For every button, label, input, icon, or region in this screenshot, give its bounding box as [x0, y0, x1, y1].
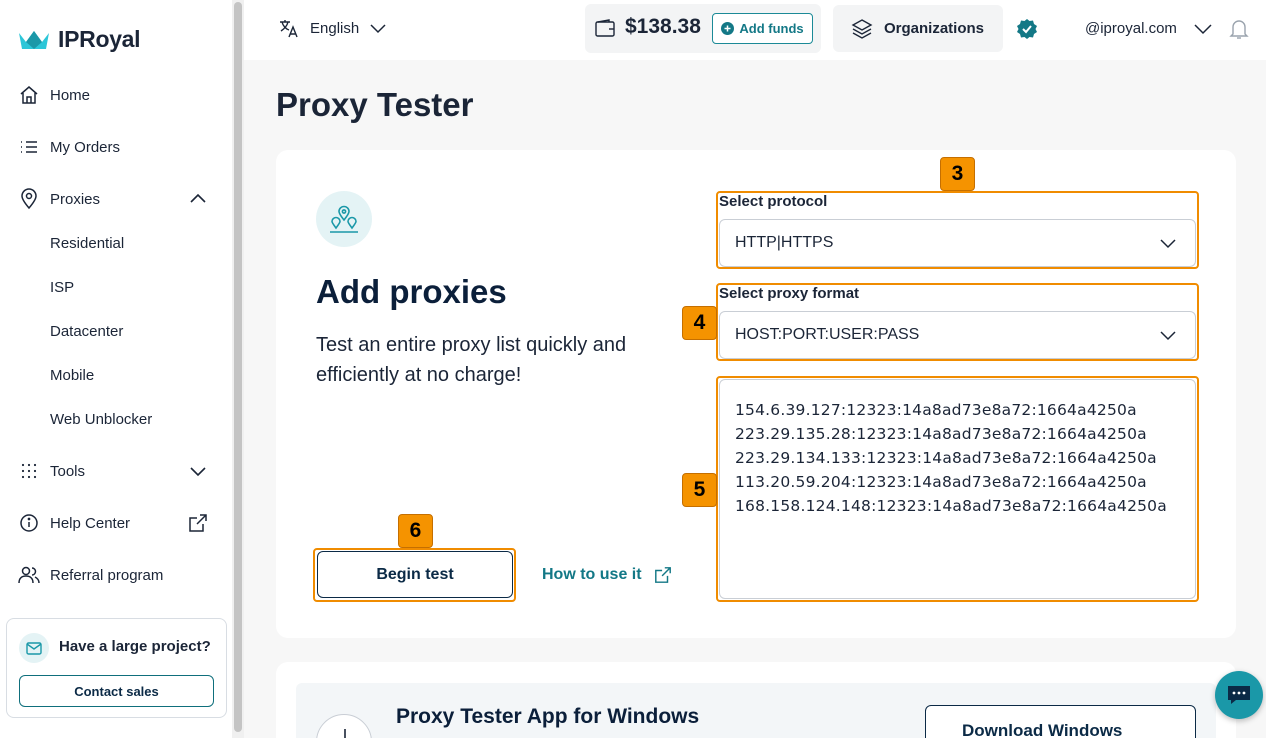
grid-dots-icon [18, 460, 40, 482]
info-icon [18, 512, 40, 534]
chevron-down-icon [1160, 331, 1176, 341]
language-selector[interactable]: English [278, 17, 387, 39]
protocol-select[interactable]: HTTP|HTTPS [719, 219, 1196, 267]
annotation-badge-6: 6 [398, 514, 433, 548]
chevron-up-icon[interactable] [188, 189, 208, 209]
download-icon [316, 714, 372, 738]
home-icon [18, 84, 40, 106]
annotation-badge-4: 4 [682, 306, 717, 340]
chat-widget-button[interactable] [1215, 671, 1263, 719]
sidebar-item-label: Help Center [50, 514, 131, 532]
proxy-line: 168.158.124.148:12323:14a8ad73e8a72:1664… [735, 497, 1167, 515]
proxy-line: 223.29.135.28:12323:14a8ad73e8a72:1664a4… [735, 425, 1147, 443]
proxy-format-select[interactable]: HOST:PORT:USER:PASS [719, 311, 1196, 359]
protocol-value: HTTP|HTTPS [735, 234, 834, 251]
chevron-down-icon [1160, 239, 1176, 249]
account-email[interactable]: @iproyal.com [1085, 20, 1177, 37]
how-to-use-label: How to use it [542, 566, 642, 583]
format-label: Select proxy format [719, 285, 860, 302]
location-pin-icon [18, 188, 40, 210]
sidebar-subitem-datacenter[interactable]: Datacenter [50, 323, 123, 340]
download-windows-button[interactable]: Download Windows [925, 705, 1196, 738]
proxy-pins-icon [316, 191, 372, 247]
sidebar-scrollbar-thumb[interactable] [234, 2, 242, 732]
add-funds-label: Add funds [739, 21, 804, 36]
plus-circle-icon [721, 22, 735, 35]
chat-icon [1228, 686, 1250, 704]
app-card-title: Proxy Tester App for Windows [396, 705, 700, 728]
sidebar-item-label: Referral program [50, 566, 164, 584]
sidebar-subitem-isp[interactable]: ISP [50, 279, 74, 296]
list-icon [18, 136, 40, 158]
language-label: English [310, 19, 360, 37]
sidebar-item-label: Tools [50, 462, 86, 480]
sidebar-item-label: Home [50, 86, 91, 104]
proxy-list-textarea[interactable]: 154.6.39.127:12323:14a8ad73e8a72:1664a42… [719, 379, 1196, 599]
layers-icon [851, 19, 873, 39]
sidebar-item-home[interactable]: Home [18, 83, 90, 107]
external-link-icon [189, 514, 207, 532]
sidebar-item-help-center[interactable]: Help Center [18, 511, 130, 535]
add-funds-button[interactable]: Add funds [712, 13, 813, 44]
proxy-line: 154.6.39.127:12323:14a8ad73e8a72:1664a42… [735, 401, 1137, 419]
sidebar-item-label: Proxies [50, 190, 101, 208]
sidebar-subitem-web-unblocker[interactable]: Web Unblocker [50, 411, 152, 428]
balance-amount: $138.38 [625, 15, 701, 38]
large-project-promo: Have a large project? Contact sales [6, 618, 227, 718]
how-to-use-link[interactable]: How to use it [542, 566, 672, 584]
chevron-down-icon[interactable] [188, 461, 208, 481]
annotation-badge-5: 5 [682, 473, 717, 507]
annotation-badge-3: 3 [940, 157, 975, 191]
logo-text: IPRoyal [58, 26, 141, 52]
sidebar-item-referral[interactable]: Referral program [18, 563, 163, 587]
verified-badge-icon [1017, 19, 1037, 39]
sidebar-subitem-mobile[interactable]: Mobile [50, 367, 94, 384]
bell-icon[interactable] [1229, 18, 1249, 40]
sidebar-item-my-orders[interactable]: My Orders [18, 135, 120, 159]
chevron-down-icon[interactable] [1193, 20, 1213, 38]
wallet-icon [595, 19, 615, 37]
sidebar-subitem-residential[interactable]: Residential [50, 235, 124, 252]
sidebar-item-tools[interactable]: Tools [18, 459, 85, 483]
translate-icon [280, 20, 298, 38]
protocol-label: Select protocol [719, 193, 828, 210]
promo-title: Have a large project? [59, 638, 211, 655]
crown-logo-icon [19, 30, 49, 49]
chevron-down-icon [370, 24, 386, 34]
format-value: HOST:PORT:USER:PASS [735, 326, 920, 343]
users-icon [18, 564, 40, 586]
contact-sales-button[interactable]: Contact sales [19, 675, 214, 707]
sidebar-item-label: My Orders [50, 138, 121, 156]
logo[interactable]: IPRoyal [18, 26, 141, 53]
card-title: Add proxies [316, 273, 507, 310]
proxy-line: 223.29.134.133:12323:14a8ad73e8a72:1664a… [735, 449, 1157, 467]
external-link-icon [654, 567, 671, 583]
mail-icon [19, 633, 49, 663]
proxy-line: 113.20.59.204:12323:14a8ad73e8a72:1664a4… [735, 473, 1147, 491]
begin-test-button[interactable]: Begin test [317, 551, 513, 598]
sidebar-item-proxies[interactable]: Proxies [18, 187, 100, 211]
card-description: Test an entire proxy list quickly and ef… [316, 334, 627, 386]
page-title: Proxy Tester [276, 86, 474, 123]
organizations-label: Organizations [884, 20, 985, 37]
